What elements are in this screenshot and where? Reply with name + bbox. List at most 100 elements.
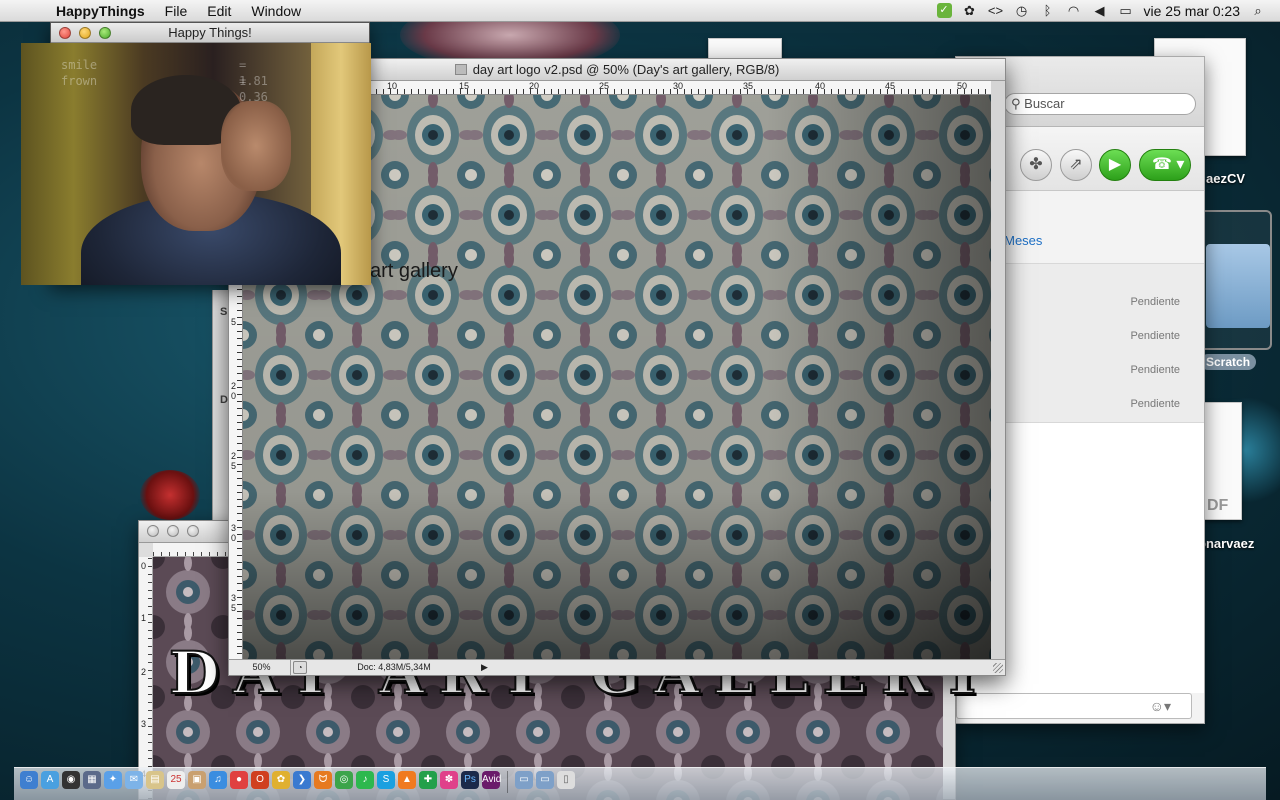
- itunes-icon[interactable]: ♫: [209, 771, 227, 789]
- vlc-icon[interactable]: ▲: [398, 771, 416, 789]
- ruler-label: 50: [957, 81, 968, 91]
- search-placeholder: Buscar: [1024, 96, 1065, 111]
- status-menu-arrow-icon[interactable]: ▶: [481, 660, 491, 675]
- happy-things-window: Happy Things! smile = 1.81 frown = 0.36: [21, 22, 371, 285]
- preview-icon[interactable]: ▣: [188, 771, 206, 789]
- scratch-folder-icon[interactable]: [1206, 244, 1270, 328]
- code-brackets-icon[interactable]: <>: [988, 3, 1004, 18]
- happy-things-title: Happy Things!: [168, 25, 252, 40]
- spotify-icon[interactable]: ♪: [356, 771, 374, 789]
- menu-bar: HappyThings File Edit Window ✓ ✿ <> ◷ ᛒ …: [0, 0, 1280, 22]
- pending-status: Pendiente: [1130, 364, 1180, 376]
- stat-label: smile: [61, 58, 98, 72]
- zoom-button[interactable]: [99, 27, 111, 39]
- scratch-folder-label[interactable]: Scratch: [1200, 354, 1257, 370]
- photoshop-icon[interactable]: Ps: [461, 771, 479, 789]
- ruler-label: 0: [141, 561, 147, 571]
- ruler-label: 3 0: [231, 523, 237, 543]
- happy-things-titlebar: Happy Things!: [51, 23, 369, 43]
- desktop-berry-decoration: [140, 470, 200, 520]
- stat-value: = 0.36: [239, 74, 268, 104]
- ruler-label: 25: [599, 81, 610, 91]
- dock-icons: ☺ A ◉ ▦ ✦ ✉ ▤ 25 ▣ ♫ ● O ✿ ❯ ᗢ ◎ ♪ S ▲ ✚…: [20, 771, 575, 793]
- edit-menu[interactable]: Edit: [197, 3, 241, 19]
- vertical-ruler: 0 1 2 3 4: [139, 557, 153, 799]
- ruler-label: 35: [743, 81, 754, 91]
- ruler-label: 3 5: [231, 593, 237, 613]
- ruler-label: 30: [673, 81, 684, 91]
- resize-grip-icon[interactable]: [993, 663, 1003, 673]
- terminal-icon[interactable]: ❯: [293, 771, 311, 789]
- canvas-layer-text: art gallery: [370, 260, 458, 282]
- time-machine-icon[interactable]: ◷: [1014, 3, 1030, 19]
- clover-icon[interactable]: ✿: [962, 3, 978, 19]
- bluetooth-icon[interactable]: ᛒ: [1040, 3, 1056, 18]
- file-menu[interactable]: File: [155, 3, 198, 19]
- firefox-icon[interactable]: ᗢ: [314, 771, 332, 789]
- trash-icon[interactable]: ▯: [557, 771, 575, 789]
- window-menu[interactable]: Window: [241, 3, 311, 19]
- desktop-pnarvaez-label[interactable]: pnarvaez: [1198, 536, 1254, 551]
- safari-icon[interactable]: ✦: [104, 771, 122, 789]
- dock-divider: [507, 771, 508, 793]
- close-button[interactable]: [59, 27, 71, 39]
- documents-folder-icon[interactable]: ▭: [536, 771, 554, 789]
- stat-label: frown: [61, 74, 98, 88]
- share-button[interactable]: ⇗: [1060, 149, 1092, 181]
- ruler-label: 1: [141, 613, 147, 623]
- close-button[interactable]: [147, 525, 159, 537]
- spotlight-search-icon[interactable]: ⌕: [1250, 3, 1266, 19]
- battery-icon[interactable]: ▭: [1118, 3, 1134, 19]
- video-call-button[interactable]: ▶: [1099, 149, 1131, 181]
- pending-status: Pendiente: [1130, 398, 1180, 410]
- status-options-icon[interactable]: ◔: [293, 661, 307, 674]
- ruler-label: 20: [529, 81, 540, 91]
- desktop-pdf-document-icon[interactable]: DF: [1204, 402, 1242, 520]
- avid-icon[interactable]: Avid: [482, 771, 501, 789]
- desktop-cv-label[interactable]: aezCV: [1206, 171, 1245, 186]
- calendar-icon[interactable]: 25: [167, 771, 185, 789]
- mission-control-icon[interactable]: ▦: [83, 771, 101, 789]
- flower-app-icon[interactable]: ✽: [440, 771, 458, 789]
- menu-extras: ✓ ✿ <> ◷ ᛒ ◠ ◀ ▭ vie 25 mar 0:23 ⌕: [936, 3, 1280, 19]
- volume-icon[interactable]: ◀: [1092, 3, 1108, 19]
- document-proxy-icon[interactable]: [454, 64, 467, 75]
- finder-icon[interactable]: ☺: [20, 771, 38, 789]
- minimize-button[interactable]: [167, 525, 179, 537]
- zoom-button[interactable]: [187, 525, 199, 537]
- app-menu[interactable]: HappyThings: [46, 3, 155, 19]
- opera-icon[interactable]: O: [251, 771, 269, 789]
- zoom-level-field[interactable]: 50%: [233, 660, 291, 675]
- call-button[interactable]: ☎ ▾: [1139, 149, 1191, 181]
- dashboard-icon[interactable]: ◉: [62, 771, 80, 789]
- search-icon: ⚲: [1011, 96, 1021, 111]
- ruler-label: 2 5: [231, 451, 237, 471]
- minimize-button[interactable]: [79, 27, 91, 39]
- mail-icon[interactable]: ✉: [125, 771, 143, 789]
- applications-folder-icon[interactable]: ▭: [515, 771, 533, 789]
- add-contact-button[interactable]: ✤: [1020, 149, 1052, 181]
- background-doc-letter: S: [220, 306, 228, 318]
- emoticon-icon[interactable]: ☺▾: [1150, 698, 1171, 715]
- chrome-icon[interactable]: ◎: [335, 771, 353, 789]
- smile-stat: smile = 1.81: [61, 57, 268, 88]
- evernote-icon[interactable]: ✓: [936, 3, 952, 18]
- contacts-icon[interactable]: ▤: [146, 771, 164, 789]
- pdf-badge: DF: [1207, 497, 1229, 514]
- ruler-label: 10: [387, 81, 398, 91]
- app-store-icon[interactable]: A: [41, 771, 59, 789]
- ruler-label: 2 0: [231, 381, 237, 401]
- photo-booth-icon[interactable]: ●: [230, 771, 248, 789]
- document-status-bar: 50% ◔ Doc: 4,83M/5,34M ▶: [229, 659, 1005, 675]
- iphoto-icon[interactable]: ✿: [272, 771, 290, 789]
- skype-search-input[interactable]: ⚲ Buscar: [1004, 93, 1196, 115]
- expression-stats: smile = 1.81 frown = 0.36: [61, 57, 268, 104]
- clock[interactable]: vie 25 mar 0:23: [1144, 3, 1241, 19]
- background-doc-letter: D: [220, 394, 228, 406]
- app-icon[interactable]: ✚: [419, 771, 437, 789]
- wifi-icon[interactable]: ◠: [1066, 3, 1082, 19]
- ruler-label: 40: [815, 81, 826, 91]
- skype-icon[interactable]: S: [377, 771, 395, 789]
- ruler-label: 15: [459, 81, 470, 91]
- document-title: day art logo v2.psd @ 50% (Day's art gal…: [472, 62, 780, 77]
